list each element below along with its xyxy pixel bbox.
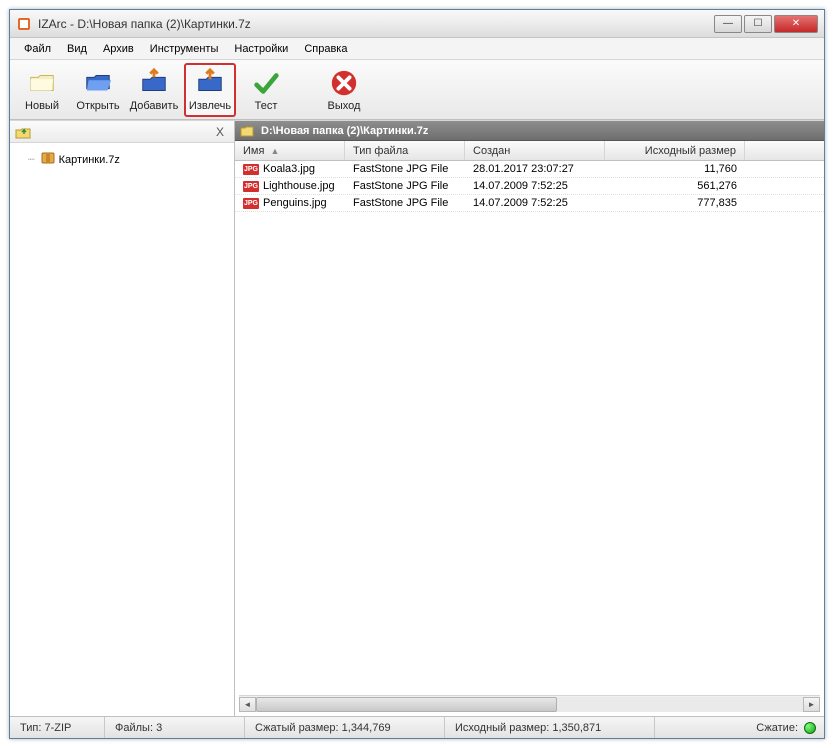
path-bar: D:\Новая папка (2)\Картинки.7z <box>235 121 824 141</box>
new-button[interactable]: Новый <box>16 63 68 117</box>
scroll-right-button[interactable]: ► <box>803 697 820 712</box>
jpg-icon: JPG <box>243 198 259 209</box>
tree-root-item[interactable]: ┈ Картинки.7z <box>18 149 226 170</box>
open-button-label: Открыть <box>76 100 119 112</box>
close-button[interactable]: ✕ <box>774 15 818 33</box>
horizontal-scrollbar[interactable]: ◄ ► <box>239 695 820 712</box>
minimize-button[interactable]: — <box>714 15 742 33</box>
toolbar: Новый Открыть Добавить Извлечь Тест <box>10 60 824 120</box>
app-window: IZArc - D:\Новая папка (2)\Картинки.7z —… <box>9 9 825 739</box>
menu-help[interactable]: Справка <box>296 41 355 57</box>
table-row[interactable]: JPG Penguins.jpg FastStone JPG File 14.07… <box>235 195 824 212</box>
exit-button-label: Выход <box>328 100 361 112</box>
statusbar: Тип: 7-ZIP Файлы: 3 Сжатый размер: 1,344… <box>10 716 824 738</box>
exit-button[interactable]: Выход <box>318 63 370 117</box>
scroll-left-button[interactable]: ◄ <box>239 697 256 712</box>
table-row[interactable]: JPG Koala3.jpg FastStone JPG File 28.01.2… <box>235 161 824 178</box>
tree-header: X <box>10 121 234 143</box>
titlebar: IZArc - D:\Новая папка (2)\Картинки.7z —… <box>10 10 824 38</box>
status-packed-label: Сжатый размер: <box>255 722 339 734</box>
status-original: Исходный размер: 1,350,871 <box>445 717 655 738</box>
menu-file[interactable]: Файл <box>16 41 59 57</box>
extract-button-label: Извлечь <box>189 100 231 112</box>
open-button[interactable]: Открыть <box>72 63 124 117</box>
menu-settings[interactable]: Настройки <box>226 41 296 57</box>
status-ratio-label: Сжатие: <box>756 722 798 734</box>
tree-root-label: Картинки.7z <box>59 154 120 166</box>
file-name: Lighthouse.jpg <box>263 180 335 192</box>
main-panel: D:\Новая папка (2)\Картинки.7z Имя ▲ Тип… <box>235 121 824 716</box>
add-button[interactable]: Добавить <box>128 63 180 117</box>
scroll-track[interactable] <box>256 697 803 712</box>
menu-archive[interactable]: Архив <box>95 41 142 57</box>
extract-folder-icon <box>195 68 225 98</box>
sort-asc-icon: ▲ <box>270 146 279 156</box>
content-area: X ┈ Картинки.7z D:\Новая папка (2)\Карти… <box>10 120 824 716</box>
table-row[interactable]: JPG Lighthouse.jpg FastStone JPG File 14.… <box>235 178 824 195</box>
extract-button[interactable]: Извлечь <box>184 63 236 117</box>
status-packed-value: 1,344,769 <box>342 722 391 734</box>
exit-icon <box>329 68 359 98</box>
file-type: FastStone JPG File <box>345 180 465 192</box>
status-files-value: 3 <box>156 722 162 734</box>
file-date: 14.07.2009 7:52:25 <box>465 180 605 192</box>
add-button-label: Добавить <box>130 100 179 112</box>
test-button-label: Тест <box>255 100 278 112</box>
maximize-button[interactable]: ☐ <box>744 15 772 33</box>
list-header: Имя ▲ Тип файла Создан Исходный размер <box>235 141 824 161</box>
compression-indicator-icon <box>804 722 816 734</box>
status-orig-label: Исходный размер: <box>455 722 549 734</box>
column-name-label: Имя <box>243 145 264 157</box>
path-folder-icon <box>239 123 255 139</box>
status-type-label: Тип: <box>20 722 41 734</box>
tree-panel: X ┈ Картинки.7z <box>10 121 235 716</box>
status-files: Файлы: 3 <box>105 717 245 738</box>
tree-body: ┈ Картинки.7z <box>10 143 234 716</box>
list-body: JPG Koala3.jpg FastStone JPG File 28.01.2… <box>235 161 824 695</box>
file-size: 777,835 <box>605 197 745 209</box>
status-ratio: Сжатие: <box>655 717 824 738</box>
file-type: FastStone JPG File <box>345 197 465 209</box>
new-folder-icon <box>27 68 57 98</box>
tree-connector: ┈ <box>28 153 35 166</box>
new-button-label: Новый <box>25 100 59 112</box>
checkmark-icon <box>251 68 281 98</box>
column-type[interactable]: Тип файла <box>345 141 465 160</box>
file-type: FastStone JPG File <box>345 163 465 175</box>
file-size: 561,276 <box>605 180 745 192</box>
jpg-icon: JPG <box>243 164 259 175</box>
menu-view[interactable]: Вид <box>59 41 95 57</box>
column-size[interactable]: Исходный размер <box>605 141 745 160</box>
path-text: D:\Новая папка (2)\Картинки.7z <box>261 125 428 137</box>
add-folder-icon <box>139 68 169 98</box>
file-date: 14.07.2009 7:52:25 <box>465 197 605 209</box>
file-date: 28.01.2017 23:07:27 <box>465 163 605 175</box>
window-controls: — ☐ ✕ <box>714 15 818 33</box>
folder-up-icon[interactable] <box>14 124 32 140</box>
column-created[interactable]: Создан <box>465 141 605 160</box>
menubar: Файл Вид Архив Инструменты Настройки Спр… <box>10 38 824 60</box>
status-orig-value: 1,350,871 <box>552 722 601 734</box>
file-name: Koala3.jpg <box>263 163 315 175</box>
status-type-value: 7-ZIP <box>44 722 71 734</box>
status-type: Тип: 7-ZIP <box>10 717 105 738</box>
file-size: 11,760 <box>605 163 745 175</box>
open-folder-icon <box>83 68 113 98</box>
window-title: IZArc - D:\Новая папка (2)\Картинки.7z <box>38 17 714 31</box>
status-packed: Сжатый размер: 1,344,769 <box>245 717 445 738</box>
app-icon <box>16 16 32 32</box>
test-button[interactable]: Тест <box>240 63 292 117</box>
jpg-icon: JPG <box>243 181 259 192</box>
file-name: Penguins.jpg <box>263 197 327 209</box>
status-files-label: Файлы: <box>115 722 153 734</box>
archive-icon <box>41 151 55 168</box>
column-name[interactable]: Имя ▲ <box>235 141 345 160</box>
tree-close-button[interactable]: X <box>210 125 230 139</box>
menu-tools[interactable]: Инструменты <box>142 41 227 57</box>
scroll-thumb[interactable] <box>256 697 557 712</box>
